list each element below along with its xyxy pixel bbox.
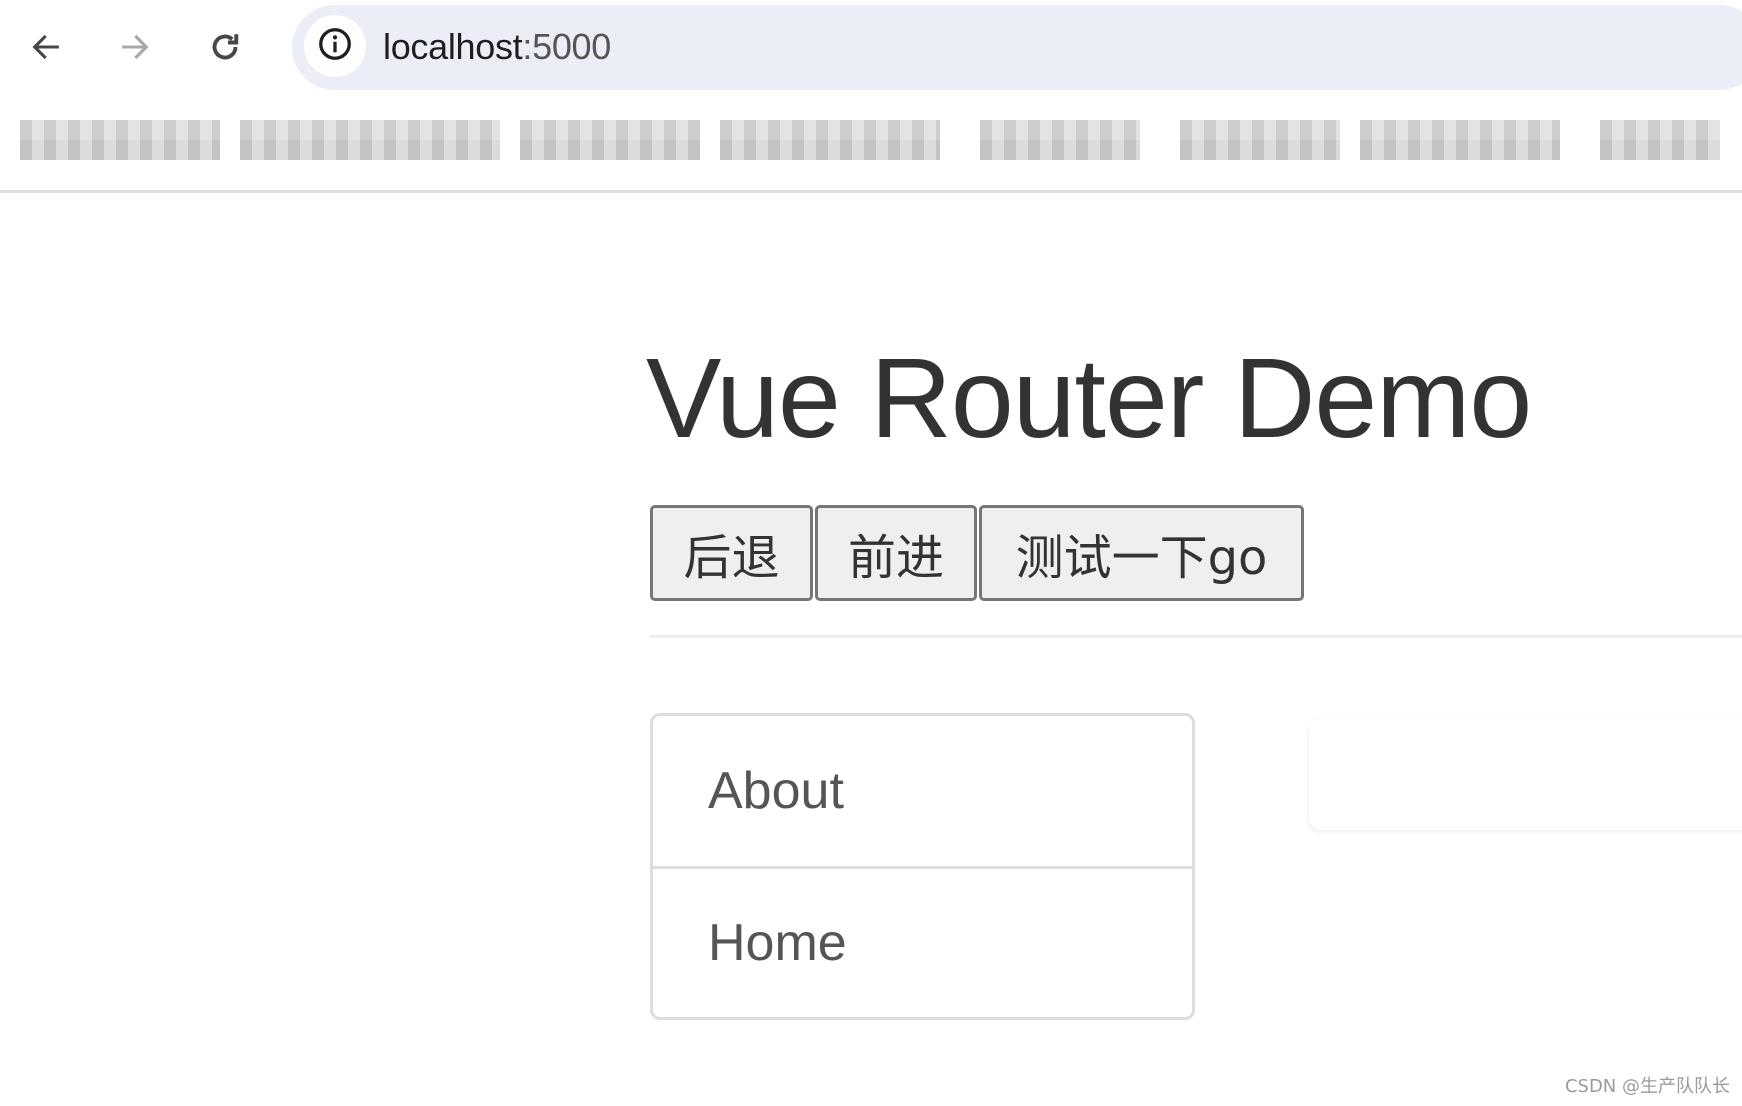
horizontal-divider <box>650 635 1742 638</box>
nav-link-about[interactable]: About <box>653 716 1192 866</box>
url-port: :5000 <box>522 26 611 67</box>
bookmark-item-redacted[interactable] <box>980 120 1140 160</box>
site-info-button[interactable] <box>304 15 366 77</box>
watermark: CSDN @生产队队长 <box>1564 1076 1730 1097</box>
forward-history-button[interactable]: 前进 <box>815 505 977 601</box>
arrow-right-icon <box>118 30 152 64</box>
router-view-panel <box>1309 718 1742 830</box>
bookmark-item-redacted[interactable] <box>20 120 220 160</box>
bookmark-item-redacted[interactable] <box>1600 120 1720 160</box>
address-bar[interactable]: localhost:5000 <box>292 5 1742 90</box>
info-circle-icon <box>317 26 353 67</box>
history-button-group: 后退 前进 测试一下go <box>650 505 1304 601</box>
page-title: Vue Router Demo <box>646 335 1532 461</box>
nav-link-home[interactable]: Home <box>653 866 1192 1016</box>
url-text[interactable]: localhost:5000 <box>383 25 611 69</box>
arrow-left-icon <box>29 30 63 64</box>
back-button[interactable] <box>19 20 73 74</box>
reload-icon <box>207 29 243 65</box>
forward-button[interactable] <box>108 20 162 74</box>
bookmark-item-redacted[interactable] <box>1180 120 1340 160</box>
bookmarks-bar <box>0 96 1742 190</box>
bookmark-item-redacted[interactable] <box>520 120 700 160</box>
bookmark-item-redacted[interactable] <box>720 120 940 160</box>
back-history-button[interactable]: 后退 <box>650 505 813 601</box>
url-host: localhost <box>383 26 523 67</box>
test-go-button[interactable]: 测试一下go <box>979 505 1304 601</box>
bookmark-item-redacted[interactable] <box>1360 120 1560 160</box>
page-content: Vue Router Demo 后退 前进 测试一下go About Home <box>0 193 1742 1106</box>
router-nav-list: About Home <box>650 713 1195 1020</box>
reload-button[interactable] <box>198 20 252 74</box>
bookmark-item-redacted[interactable] <box>240 120 500 160</box>
browser-toolbar: localhost:5000 <box>0 0 1742 96</box>
